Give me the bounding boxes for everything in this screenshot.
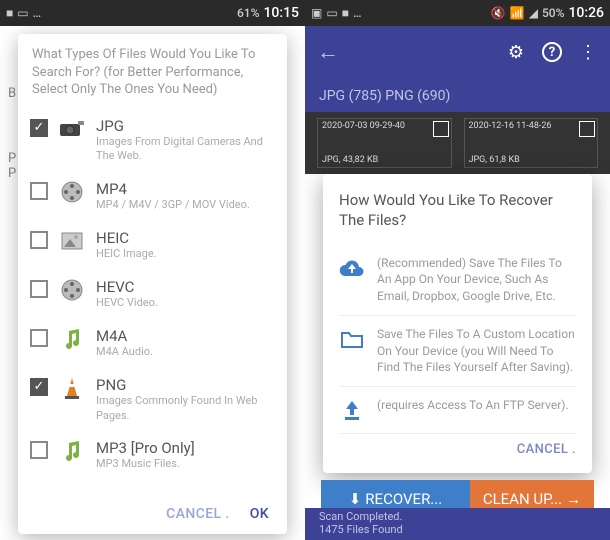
checkbox-heic[interactable] <box>30 231 48 249</box>
more-notifications-icon: … <box>353 6 362 20</box>
file-row-hevc[interactable]: HEVCHEVC Video. <box>26 270 279 319</box>
thumb-timestamp: 2020-07-03 09-29-40 <box>322 121 405 131</box>
wifi-icon: 📶 <box>510 6 525 20</box>
file-desc: HEVC Video. <box>96 296 275 311</box>
arrow-right-icon: → <box>566 490 581 508</box>
file-row-heic[interactable]: HEICHEIC Image. <box>26 221 279 270</box>
back-icon[interactable]: ← <box>317 39 339 65</box>
files-found-count: 1475 Files Found <box>319 523 596 536</box>
signal-icon: ◢ <box>529 6 538 20</box>
help-icon[interactable]: ? <box>542 42 562 62</box>
file-name: PNG <box>96 376 275 394</box>
checkbox-mp4[interactable] <box>30 182 48 200</box>
scan-status-footer: Scan Completed. 1475 Files Found <box>305 508 610 540</box>
file-desc: MP3 Music Files. <box>96 457 275 472</box>
file-types-dialog: What Types Of Files Would You Like To Se… <box>18 34 287 534</box>
option-text: (Recommended) Save The Files To An App O… <box>377 255 576 305</box>
file-type-list[interactable]: JPGImages From Digital Cameras And The W… <box>18 107 287 496</box>
battery-text: 50% <box>542 6 564 20</box>
file-desc: M4A Audio. <box>96 345 275 360</box>
dialog-title: What Types Of Files Would You Like To Se… <box>18 34 287 107</box>
file-desc: Images From Digital Cameras And The Web. <box>96 135 275 165</box>
thumb-filesize: JPG, 61,8 KB <box>469 155 520 165</box>
file-row-png[interactable]: PNGImages Commonly Found In Web Pages. <box>26 368 279 432</box>
status-bar: ■ ▭ … 61% 10:15 <box>0 0 305 26</box>
music-note-icon <box>58 327 86 351</box>
thumbnail[interactable]: 2020-07-03 09-29-40 JPG, 43,82 KB <box>317 118 452 168</box>
option-text: (requires Access To An FTP Server). <box>377 397 569 423</box>
option-cloud-app[interactable]: (Recommended) Save The Files To An App O… <box>339 245 576 316</box>
thumb-timestamp: 2020-12-16 11-48-26 <box>469 121 552 131</box>
phone-right: ▣ ▭ ■ … 🔇 📶 ◢ 50% 10:26 ← ⚙ ? ⋮ JPG (785… <box>305 0 610 540</box>
main-area: How Would You Like To Recover The Files?… <box>305 174 610 540</box>
file-name: HEVC <box>96 278 275 296</box>
cancel-button[interactable]: CANCEL . <box>339 442 576 457</box>
battery-text: 61% <box>237 6 259 20</box>
option-custom-location[interactable]: Save The Files To A Custom Location On Y… <box>339 316 576 387</box>
expand-icon[interactable] <box>433 121 449 137</box>
checkbox-jpg[interactable] <box>30 119 48 137</box>
thumbnails-row: 2020-07-03 09-29-40 JPG, 43,82 KB 2020-1… <box>305 112 610 174</box>
file-name: HEIC <box>96 229 275 247</box>
cancel-button[interactable]: CANCEL . <box>166 506 230 522</box>
dialog-actions: CANCEL . OK <box>18 496 287 534</box>
photo-icon <box>58 229 86 253</box>
option-ftp[interactable]: (requires Access To An FTP Server). <box>339 387 576 434</box>
file-desc: HEIC Image. <box>96 247 275 262</box>
file-row-mp4[interactable]: MP4MP4 / M4V / 3GP / MOV Video. <box>26 172 279 221</box>
mute-icon: 🔇 <box>491 6 506 20</box>
checkbox-mp3[interactable] <box>30 441 48 459</box>
film-reel-icon <box>58 278 86 302</box>
phone-left: ■ ▭ … 61% 10:15 B P P What Types Of File… <box>0 0 305 540</box>
ok-button[interactable]: OK <box>250 506 269 522</box>
clock-text: 10:15 <box>263 5 299 21</box>
file-row-mp3[interactable]: MP3 [Pro Only]MP3 Music Files. <box>26 431 279 480</box>
videocam-icon: ■ <box>342 6 349 20</box>
file-row-m4a[interactable]: M4AM4A Audio. <box>26 319 279 368</box>
status-bar: ▣ ▭ ■ … 🔇 📶 ◢ 50% 10:26 <box>305 0 610 26</box>
gear-icon[interactable]: ⚙ <box>506 42 526 62</box>
option-text: Save The Files To A Custom Location On Y… <box>377 326 576 376</box>
dialog-title: How Would You Like To Recover The Files? <box>339 190 576 231</box>
file-desc: MP4 / M4V / 3GP / MOV Video. <box>96 198 275 213</box>
file-name: MP4 <box>96 180 275 198</box>
file-name: M4A <box>96 327 275 345</box>
file-desc: Images Commonly Found In Web Pages. <box>96 394 275 424</box>
cloud-upload-icon <box>339 255 365 281</box>
file-row-jpg[interactable]: JPGImages From Digital Cameras And The W… <box>26 109 279 173</box>
music-note-icon <box>58 439 86 463</box>
screenshot-icon: ▣ <box>311 6 322 20</box>
camera-icon <box>58 117 86 141</box>
clock-text: 10:26 <box>568 5 604 21</box>
chat-icon: ▭ <box>17 6 28 20</box>
checkbox-png[interactable] <box>30 378 48 396</box>
folder-icon <box>339 326 365 352</box>
checkbox-hevc[interactable] <box>30 280 48 298</box>
vlc-cone-icon <box>58 376 86 400</box>
image-icon: ▭ <box>326 6 337 20</box>
thumbnail[interactable]: 2020-12-16 11-48-26 JPG, 61,8 KB <box>464 118 599 168</box>
film-reel-icon <box>58 180 86 204</box>
recover-dialog: How Would You Like To Recover The Files?… <box>323 174 592 473</box>
kebab-menu-icon[interactable]: ⋮ <box>578 42 598 62</box>
app-toolbar: ← ⚙ ? ⋮ <box>305 26 610 78</box>
scan-status: Scan Completed. <box>319 510 596 523</box>
upload-icon <box>339 397 365 423</box>
file-name: JPG <box>96 117 275 135</box>
thumb-filesize: JPG, 43,82 KB <box>322 155 378 165</box>
download-icon: ⬇ <box>349 490 362 508</box>
more-notifications-icon: … <box>33 6 42 20</box>
expand-icon[interactable] <box>579 121 595 137</box>
videocam-icon: ■ <box>6 6 13 20</box>
file-name: MP3 [Pro Only] <box>96 439 275 457</box>
format-tabs[interactable]: JPG (785) PNG (690) <box>305 78 610 112</box>
checkbox-m4a[interactable] <box>30 329 48 347</box>
